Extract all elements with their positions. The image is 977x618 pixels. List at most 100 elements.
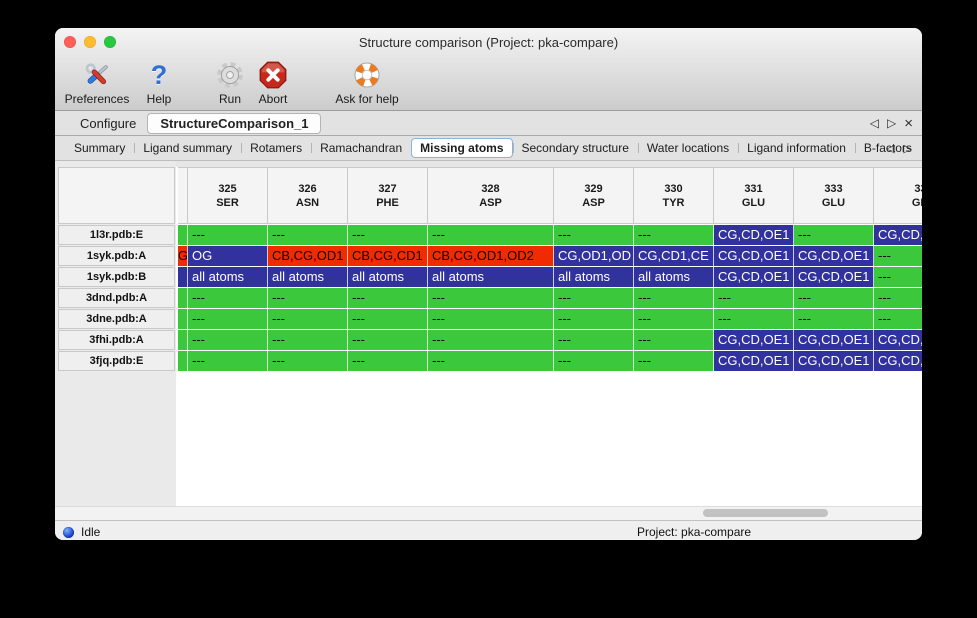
- table-row: 3fhi.pdb:A------------------CG,CD,OE1CG,…: [58, 330, 922, 350]
- column-number: 328: [428, 182, 553, 196]
- toolbar-item-preferences[interactable]: Preferences: [59, 58, 135, 106]
- subtab-water-locations[interactable]: Water locations: [638, 139, 738, 157]
- column-number: 326: [268, 182, 347, 196]
- tab-scroll-right-icon[interactable]: ▷: [887, 117, 896, 129]
- data-cell: ---: [268, 225, 348, 245]
- data-cell: ---: [634, 330, 714, 350]
- minimize-button[interactable]: [84, 36, 96, 48]
- window-chrome: Structure comparison (Project: pka-compa…: [55, 28, 922, 111]
- status-led-icon: [63, 527, 74, 538]
- subtab-ramachandran[interactable]: Ramachandran: [311, 139, 411, 157]
- data-cell: ---: [188, 351, 268, 371]
- screenshot-stage: Structure comparison (Project: pka-compa…: [0, 0, 977, 618]
- data-cell: ---: [348, 330, 428, 350]
- row-label: 3fhi.pdb:A: [58, 330, 175, 350]
- data-cell: ---: [634, 351, 714, 371]
- row-label: 1syk.pdb:A: [58, 246, 175, 266]
- status-bar: Idle Project: pka-compare: [55, 520, 922, 540]
- data-cell: ---: [348, 288, 428, 308]
- data-cell: ---: [554, 351, 634, 371]
- subtab-scroll-right-icon[interactable]: ▷: [904, 142, 912, 155]
- column-residue: GLU: [714, 196, 793, 210]
- column-header-330: 330TYR: [634, 167, 714, 224]
- data-cell: ---: [554, 309, 634, 329]
- data-cell: CG,CD,OE1: [794, 267, 874, 287]
- table-header-row: 325SER326ASN327PHE328ASP329ASP330TYR331G…: [58, 167, 922, 224]
- table-row: 3dnd.pdb:A---------------------------: [58, 288, 922, 308]
- close-button[interactable]: [64, 36, 76, 48]
- data-cell: CG,CD,OE1: [714, 246, 794, 266]
- column-residue: ASP: [554, 196, 633, 210]
- status-text: Idle: [81, 525, 100, 539]
- subtab-rotamers[interactable]: Rotamers: [241, 139, 311, 157]
- clipped-cell: [178, 351, 188, 371]
- column-number: 325: [188, 182, 267, 196]
- toolbar-item-help[interactable]: ?Help: [137, 58, 181, 106]
- app-window: Structure comparison (Project: pka-compa…: [55, 28, 922, 540]
- toolbar-item-ask-for-help[interactable]: Ask for help: [319, 58, 415, 106]
- data-cell: ---: [874, 309, 922, 329]
- clipped-cell: G: [178, 246, 188, 266]
- data-cell: ---: [874, 288, 922, 308]
- data-cell: ---: [554, 288, 634, 308]
- clipped-cell: [178, 267, 188, 287]
- horizontal-scrollbar[interactable]: [55, 506, 922, 520]
- table-row: 1l3r.pdb:E------------------CG,CD,OE1---…: [58, 225, 922, 245]
- data-cell: CG,CD,OE1: [874, 225, 922, 245]
- tab-scroll-left-icon[interactable]: ◁: [870, 117, 879, 129]
- subtab-scroll-left-icon[interactable]: ◁: [886, 142, 894, 155]
- subtab-ligand-information[interactable]: Ligand information: [738, 139, 855, 157]
- tab-configure[interactable]: Configure: [69, 113, 147, 134]
- project-label: Project: pka-compare: [637, 525, 751, 539]
- column-number: 331: [714, 182, 793, 196]
- column-header-331: 331GLU: [714, 167, 794, 224]
- data-cell: CG,CD,OE1: [714, 330, 794, 350]
- table-clipped-column-header: [178, 167, 188, 224]
- subtab-ligand-summary[interactable]: Ligand summary: [134, 139, 241, 157]
- column-residue: ASN: [268, 196, 347, 210]
- horizontal-scrollbar-thumb[interactable]: [703, 509, 828, 517]
- data-cell: ---: [874, 246, 922, 266]
- data-cell: CG,CD1,CE: [634, 246, 714, 266]
- data-cell: ---: [714, 309, 794, 329]
- clipped-cell: [178, 309, 188, 329]
- subtab-missing-atoms[interactable]: Missing atoms: [411, 138, 512, 158]
- data-cell: ---: [874, 267, 922, 287]
- data-cell: ---: [428, 288, 554, 308]
- tab-close-icon[interactable]: ×: [904, 116, 913, 131]
- data-cell: ---: [634, 288, 714, 308]
- main-tab-bar: ConfigureStructureComparison_1 ◁ ▷ ×: [55, 111, 922, 136]
- window-title: Structure comparison (Project: pka-compa…: [55, 28, 922, 58]
- titlebar[interactable]: Structure comparison (Project: pka-compa…: [55, 28, 922, 56]
- data-cell: all atoms: [428, 267, 554, 287]
- row-label: 1l3r.pdb:E: [58, 225, 175, 245]
- tab-structurecomparison-1[interactable]: StructureComparison_1: [147, 113, 321, 134]
- toolbar-item-abort[interactable]: Abort: [247, 58, 299, 106]
- content-area: 325SER326ASN327PHE328ASP329ASP330TYR331G…: [55, 161, 922, 520]
- column-header-334: 334GLU: [874, 167, 922, 224]
- clipped-cell: [178, 288, 188, 308]
- data-cell: CB,CG,OD1,OD2: [428, 246, 554, 266]
- row-label: 3fjq.pdb:E: [58, 351, 175, 371]
- data-cell: ---: [188, 309, 268, 329]
- row-label: 3dnd.pdb:A: [58, 288, 175, 308]
- question-icon: ?: [137, 58, 181, 92]
- data-cell: CG,CD,OE1: [714, 225, 794, 245]
- zoom-button[interactable]: [104, 36, 116, 48]
- column-header-329: 329ASP: [554, 167, 634, 224]
- data-cell: all atoms: [348, 267, 428, 287]
- subtab-secondary-structure[interactable]: Secondary structure: [513, 139, 638, 157]
- subtab-nav-controls: ◁▷: [886, 142, 912, 155]
- data-cell: ---: [634, 309, 714, 329]
- column-header-333: 333GLU: [794, 167, 874, 224]
- table-row: 1syk.pdb:AGOGCB,CG,OD1CB,CG,CD1CB,CG,OD1…: [58, 246, 922, 266]
- data-cell: ---: [188, 288, 268, 308]
- data-cell: all atoms: [634, 267, 714, 287]
- data-cell: ---: [794, 288, 874, 308]
- data-cell: ---: [348, 225, 428, 245]
- subtab-summary[interactable]: Summary: [65, 139, 134, 157]
- data-cell: CG,CD,OE1: [714, 351, 794, 371]
- data-cell: CB,CG,CD1: [348, 246, 428, 266]
- data-cell: CB,CG,OD1: [268, 246, 348, 266]
- data-cell: CG,CD,OE1: [714, 267, 794, 287]
